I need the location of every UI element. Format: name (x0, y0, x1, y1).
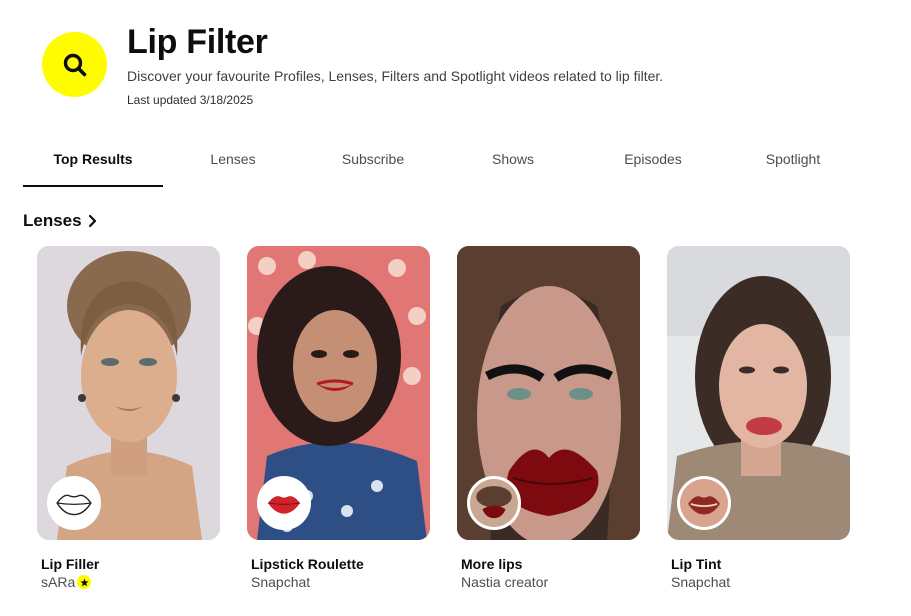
search-badge[interactable] (42, 32, 107, 97)
lens-name[interactable]: Lip Filler (37, 555, 220, 573)
lens-icon-badge (47, 476, 101, 530)
chevron-right-icon (88, 214, 96, 228)
lens-creator[interactable]: Snapchat (671, 573, 730, 591)
lens-card[interactable]: Lipstick Roulette Snapchat (247, 246, 430, 591)
section-title: Lenses (23, 211, 82, 230)
lens-card[interactable]: Lip Filler sARa (37, 246, 220, 591)
lens-creator[interactable]: Snapchat (251, 573, 310, 591)
lens-creator-avatar-icon (470, 479, 518, 527)
lens-thumbnail[interactable] (667, 246, 850, 540)
results-tabs: Top Results Lenses Subscribe Shows Episo… (23, 143, 863, 187)
star-icon (77, 575, 92, 589)
lens-card[interactable]: More lips Nastia creator (457, 246, 640, 591)
page-title: Lip Filter (127, 23, 268, 61)
lens-name[interactable]: Lipstick Roulette (247, 555, 430, 573)
lens-list: Lip Filler sARa Lipstick Roulette Snapch… (37, 246, 850, 591)
red-lips-icon (260, 479, 308, 527)
lens-name[interactable]: More lips (457, 555, 640, 573)
lens-creator-row: Snapchat (247, 573, 430, 591)
lens-thumbnail[interactable] (457, 246, 640, 540)
lens-creator[interactable]: Nastia creator (461, 573, 548, 591)
tab-episodes[interactable]: Episodes (583, 143, 723, 187)
tab-subscribe[interactable]: Subscribe (303, 143, 443, 187)
lens-name[interactable]: Lip Tint (667, 555, 850, 573)
lens-creator-row: sARa (37, 573, 220, 591)
lens-thumbnail[interactable] (247, 246, 430, 540)
last-updated: Last updated 3/18/2025 (127, 93, 254, 107)
page-header: Lip Filter Discover your favourite Profi… (42, 22, 902, 112)
tab-top-results[interactable]: Top Results (23, 143, 163, 187)
lens-creator-row: Nastia creator (457, 573, 640, 591)
header-text: Lip Filter Discover your favourite Profi… (127, 22, 663, 108)
lens-icon-badge (677, 476, 731, 530)
lips-outline-icon (50, 479, 98, 527)
lens-icon-badge (257, 476, 311, 530)
lens-creator[interactable]: sARa (41, 573, 75, 591)
lens-icon-badge (467, 476, 521, 530)
page-description: Discover your favourite Profiles, Lenses… (127, 68, 664, 84)
lens-card[interactable]: Lip Tint Snapchat (667, 246, 850, 591)
search-icon (63, 53, 86, 76)
lenses-section-link[interactable]: Lenses (23, 211, 98, 231)
tinted-lips-icon (680, 479, 728, 527)
lens-thumbnail[interactable] (37, 246, 220, 540)
tab-lenses[interactable]: Lenses (163, 143, 303, 187)
tab-shows[interactable]: Shows (443, 143, 583, 187)
lens-creator-row: Snapchat (667, 573, 850, 591)
tab-spotlight[interactable]: Spotlight (723, 143, 863, 187)
